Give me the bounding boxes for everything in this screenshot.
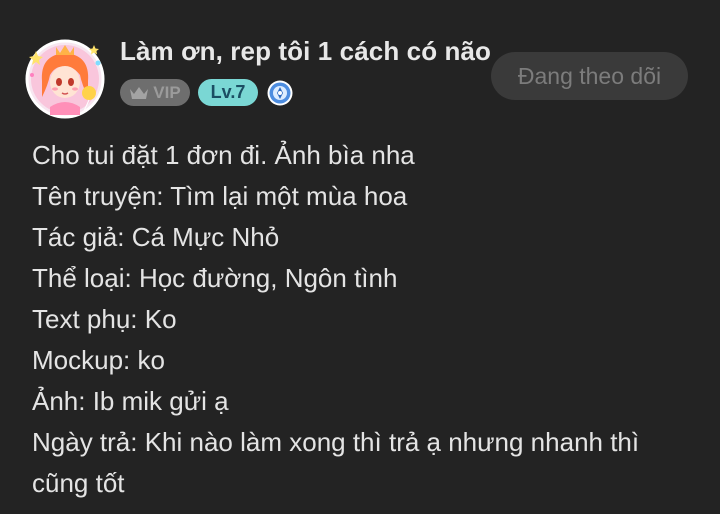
content-line: Tên truyện: Tìm lại một mùa hoa (32, 181, 408, 211)
content-line: Text phụ: Ko (32, 304, 177, 334)
content-line: Tác giả: Cá Mực Nhỏ (32, 222, 280, 252)
content-line: Mockup: ko (32, 345, 165, 375)
content-line: Ngày trả: Khi nào làm xong thì trả ạ như… (32, 427, 640, 457)
blue-medal-icon (267, 80, 293, 105)
medal-badge[interactable] (266, 79, 294, 107)
content-line: Thể loại: Học đường, Ngôn tình (32, 263, 398, 293)
crown-icon (130, 86, 149, 99)
post-card: Làm ơn, rep tôi 1 cách có não VIP Lv.7 Đ… (0, 0, 720, 514)
content-line: cũng tốt (32, 468, 125, 498)
following-button[interactable]: Đang theo dõi (491, 52, 688, 100)
author-badges: VIP Lv.7 (120, 79, 294, 106)
vip-badge[interactable]: VIP (120, 79, 190, 106)
vip-badge-label: VIP (153, 82, 181, 102)
level-badge[interactable]: Lv.7 (198, 79, 258, 106)
avatar[interactable] (22, 35, 108, 121)
post-content: Cho tui đặt 1 đơn đi. Ảnh bìa nha Tên tr… (32, 135, 692, 504)
content-line: Cho tui đặt 1 đơn đi. Ảnh bìa nha (32, 140, 415, 170)
author-username[interactable]: Làm ơn, rep tôi 1 cách có não (120, 36, 491, 67)
content-line: Ảnh: Ib mik gửi ạ (32, 386, 229, 416)
anime-girl-avatar-icon (25, 39, 105, 119)
